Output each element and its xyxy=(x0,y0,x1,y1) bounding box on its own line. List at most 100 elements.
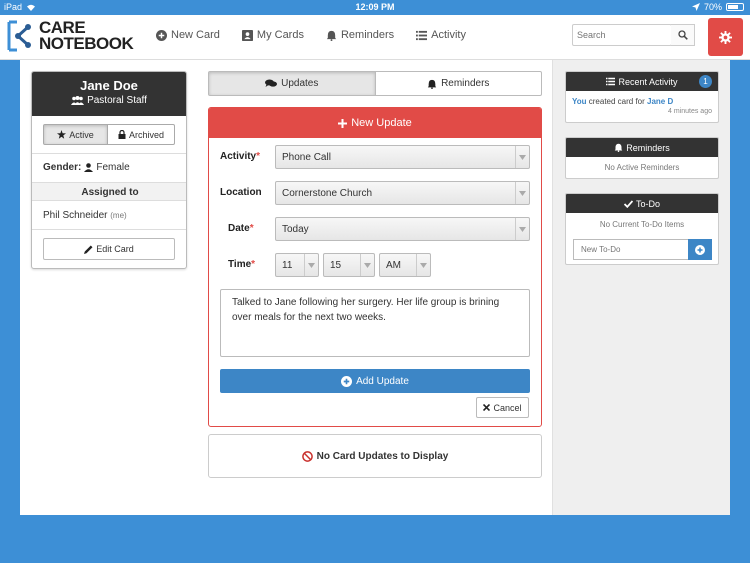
cancel-button[interactable]: Cancel xyxy=(476,397,529,418)
gear-icon xyxy=(719,30,732,44)
activity-select[interactable]: Phone Call xyxy=(275,145,530,169)
comments-icon xyxy=(265,79,278,87)
assigned-heading: Assigned to xyxy=(32,182,186,201)
top-navigation: CARE NOTEBOOK New Card My Cards Reminder… xyxy=(0,15,750,60)
reminders-empty: No Active Reminders xyxy=(604,163,680,172)
settings-button[interactable] xyxy=(708,18,743,56)
status-archived-button[interactable]: Archived xyxy=(108,124,175,145)
plus-circle-icon xyxy=(156,29,167,41)
logo[interactable]: CARE NOTEBOOK xyxy=(6,18,134,53)
gender-field: Gender: Female xyxy=(43,162,130,173)
tab-updates[interactable]: Updates xyxy=(208,71,376,96)
lock-icon xyxy=(118,130,126,139)
bell-icon xyxy=(326,30,337,41)
battery-percent: 70% xyxy=(703,2,722,12)
user-icon xyxy=(84,163,94,172)
bell-icon xyxy=(614,143,623,152)
plus-icon xyxy=(338,118,348,128)
time-label: Time* xyxy=(228,259,256,270)
chevron-down-icon xyxy=(304,254,318,276)
location-arrow-icon xyxy=(691,3,700,11)
hour-select[interactable]: 11 xyxy=(275,253,319,277)
main-panel: Jane Doe Pastoral Staff Active Archived … xyxy=(20,60,730,515)
search-button[interactable] xyxy=(671,24,695,46)
search-icon xyxy=(677,30,688,40)
chevron-down-icon xyxy=(515,218,529,240)
recent-activity-widget: Recent Activity 1 You created card for J… xyxy=(565,71,719,123)
activity-entry[interactable]: You created card for Jane D xyxy=(566,91,718,106)
card-tabs: Updates Reminders xyxy=(208,71,542,96)
nav-menu: New Card My Cards Reminders Activity xyxy=(156,29,466,41)
check-icon xyxy=(623,199,633,208)
chevron-down-icon xyxy=(416,254,430,276)
plus-circle-icon xyxy=(341,375,353,387)
users-icon xyxy=(71,96,85,105)
pencil-icon xyxy=(84,245,93,254)
time-row: Time* 11 15 AM xyxy=(209,253,541,277)
date-select[interactable]: Today xyxy=(275,217,530,241)
divider xyxy=(32,153,186,154)
location-row: Location Cornerstone Church xyxy=(209,181,541,205)
search-input[interactable] xyxy=(572,24,672,46)
activity-count-badge: 1 xyxy=(699,75,712,88)
nav-reminders-label: Reminders xyxy=(340,29,395,41)
recent-activity-header: Recent Activity 1 xyxy=(566,72,718,91)
empty-updates-message: No Card Updates to Display xyxy=(208,434,542,478)
battery-icon xyxy=(726,3,744,11)
todo-widget: To-Do No Current To-Do Items xyxy=(565,193,719,265)
activity-row: Activity* Phone Call xyxy=(209,145,541,169)
reminders-widget: Reminders No Active Reminders xyxy=(565,137,719,179)
chevron-down-icon xyxy=(515,182,529,204)
divider xyxy=(32,229,186,230)
nav-new-card-label: New Card xyxy=(171,29,220,41)
id-card-icon xyxy=(241,29,253,41)
tab-reminders[interactable]: Reminders xyxy=(375,71,542,96)
nav-my-cards[interactable]: My Cards xyxy=(241,29,304,41)
chevron-down-icon xyxy=(515,146,529,168)
nav-activity[interactable]: Activity xyxy=(416,29,466,41)
list-icon xyxy=(416,30,428,40)
status-active-button[interactable]: Active xyxy=(43,124,108,145)
activity-target-link[interactable]: Jane D xyxy=(647,97,673,106)
star-icon xyxy=(57,130,67,139)
profile-card: Jane Doe Pastoral Staff Active Archived … xyxy=(31,71,187,269)
reminders-header: Reminders xyxy=(566,138,718,157)
date-label: Date* xyxy=(228,223,254,234)
location-select[interactable]: Cornerstone Church xyxy=(275,181,530,205)
profile-header: Jane Doe Pastoral Staff xyxy=(32,72,186,116)
assigned-person[interactable]: Phil Schneider (me) xyxy=(43,210,127,221)
logo-mark-icon xyxy=(7,20,31,52)
update-note-textarea[interactable]: Talked to Jane following her surgery. He… xyxy=(220,289,530,357)
ampm-select[interactable]: AM xyxy=(379,253,431,277)
add-todo-button[interactable] xyxy=(688,239,712,260)
bell-icon xyxy=(427,79,437,89)
add-update-button[interactable]: Add Update xyxy=(220,369,530,393)
plus-circle-icon xyxy=(695,244,705,255)
new-todo-input[interactable] xyxy=(573,239,688,260)
minute-select[interactable]: 15 xyxy=(323,253,375,277)
nav-new-card[interactable]: New Card xyxy=(156,29,220,41)
profile-role: Pastoral Staff xyxy=(32,95,186,106)
list-icon xyxy=(606,77,616,86)
activity-timestamp: 4 minutes ago xyxy=(668,108,712,115)
nav-reminders[interactable]: Reminders xyxy=(326,29,394,41)
status-toggle: Active Archived xyxy=(43,124,175,145)
todo-empty: No Current To-Do Items xyxy=(599,220,685,229)
right-sidebar: Recent Activity 1 You created card for J… xyxy=(552,60,730,515)
date-row: Date* Today xyxy=(209,217,541,241)
clock: 12:09 PM xyxy=(355,2,395,12)
logo-text: CARE NOTEBOOK xyxy=(39,18,134,53)
ban-icon xyxy=(301,450,313,462)
new-update-form: New Update Activity* Phone Call Location… xyxy=(208,107,542,427)
nav-my-cards-label: My Cards xyxy=(256,29,304,41)
close-icon xyxy=(483,404,491,411)
status-bar: iPad 12:09 PM 70% xyxy=(0,0,750,15)
location-label: Location xyxy=(220,187,262,198)
nav-activity-label: Activity xyxy=(431,29,466,41)
activity-label: Activity* xyxy=(220,151,261,162)
edit-card-button[interactable]: Edit Card xyxy=(43,238,175,260)
chevron-down-icon xyxy=(360,254,374,276)
profile-name: Jane Doe xyxy=(80,78,138,93)
new-update-header: New Update xyxy=(209,108,541,138)
todo-header: To-Do xyxy=(566,194,718,213)
